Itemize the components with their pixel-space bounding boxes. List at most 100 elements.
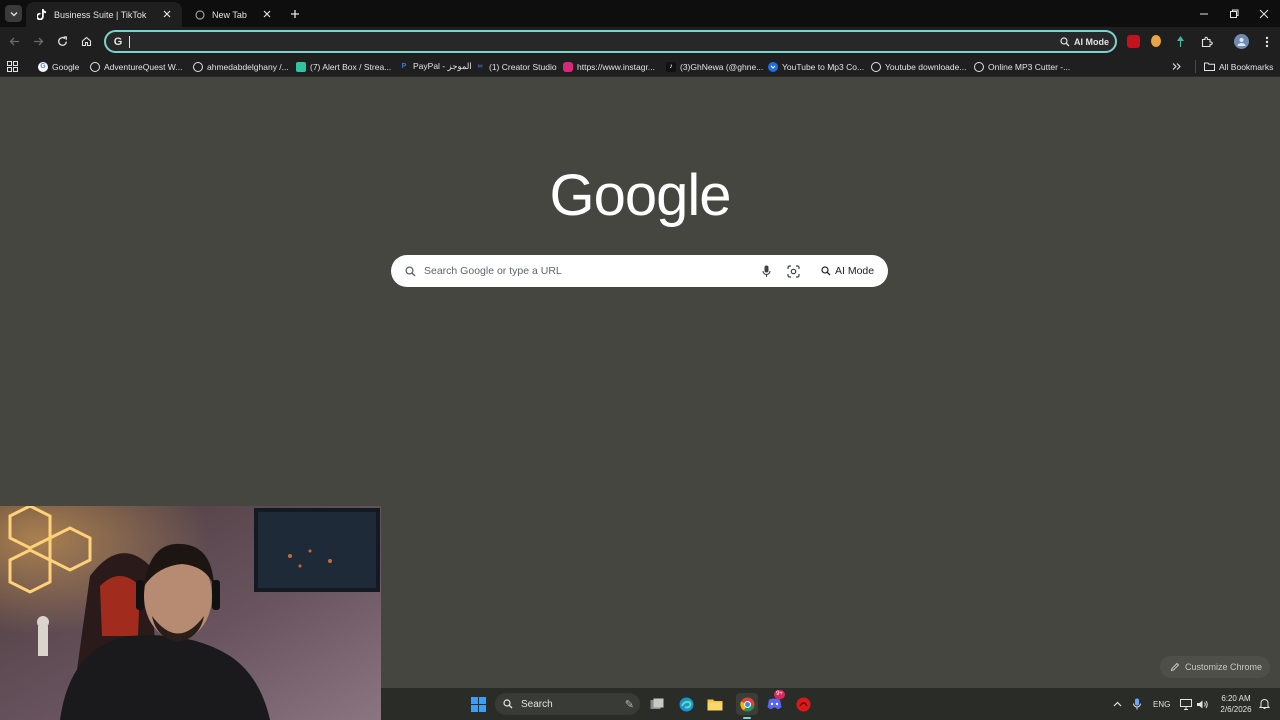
chevron-down-icon	[10, 11, 17, 16]
all-bookmarks-label: All Bookmarks	[1219, 61, 1274, 72]
reload-button[interactable]	[55, 34, 70, 49]
chrome-taskbar-icon[interactable]	[736, 693, 758, 715]
red-app-icon[interactable]	[794, 695, 812, 713]
ai-mode-button[interactable]: AI Mode	[815, 261, 880, 281]
show-hidden-icons-button[interactable]	[1108, 695, 1126, 713]
back-button[interactable]	[7, 34, 22, 49]
bookmark-alert-box[interactable]: (7) Alert Box / Strea...	[296, 60, 391, 73]
file-explorer-icon[interactable]	[706, 695, 724, 713]
pencil-icon	[1170, 662, 1180, 672]
bookmark-google[interactable]: G Google	[38, 60, 79, 73]
profile-avatar[interactable]	[1234, 34, 1249, 49]
screen: Business Suite | TikTok New Tab G AI Mod…	[0, 0, 1280, 720]
more-vertical-icon	[1265, 36, 1268, 47]
paypal-icon: P	[401, 63, 407, 70]
bookmark-mp3-cutter[interactable]: Online MP3 Cutter -...	[974, 60, 1070, 73]
tab-strip: Business Suite | TikTok New Tab	[0, 0, 1280, 27]
bookmark-label: Youtube downloade...	[885, 61, 967, 72]
restore-button[interactable]	[1226, 6, 1242, 22]
close-tab-icon[interactable]	[160, 7, 174, 21]
tab-new-tab[interactable]: New Tab	[184, 2, 282, 27]
microphone-tray-icon[interactable]	[1128, 695, 1146, 713]
google-icon: G	[38, 61, 48, 72]
microphone-icon[interactable]	[759, 263, 773, 279]
bookmark-label: (3)GhNewa (@ghne...	[680, 61, 764, 72]
ai-mode-label: AI Mode	[835, 265, 875, 277]
folder-icon	[1204, 62, 1215, 71]
language-indicator[interactable]: ENG	[1153, 700, 1170, 709]
notification-icon[interactable]	[1255, 695, 1273, 713]
tab-title: Business Suite | TikTok	[54, 9, 147, 20]
meta-icon: ∞	[477, 63, 483, 70]
bookmark-label: ahmedabdelghany /...	[207, 61, 289, 72]
forward-button[interactable]	[31, 34, 46, 49]
close-icon	[1259, 9, 1269, 19]
windows-logo-icon	[470, 696, 486, 712]
globe-icon	[974, 61, 984, 72]
bookmark-label: Online MP3 Cutter -...	[988, 61, 1071, 72]
webcam-overlay	[0, 506, 381, 720]
close-tab-icon[interactable]	[260, 7, 274, 21]
new-tab-button[interactable]	[287, 6, 302, 21]
text-cursor	[129, 36, 130, 48]
more-bookmarks-button[interactable]	[1172, 60, 1181, 73]
bookmark-ahmedabdelghany[interactable]: ahmedabdelghany /...	[193, 60, 289, 73]
home-icon	[81, 36, 92, 47]
bookmark-instagram[interactable]: https://www.instagr...	[563, 60, 655, 73]
all-bookmarks-button[interactable]: All Bookmarks	[1204, 60, 1273, 73]
windows-start-button[interactable]	[469, 695, 487, 713]
arrow-right-icon	[34, 37, 44, 46]
customize-label: Customize Chrome	[1185, 662, 1263, 672]
ai-mode-label: AI Mode	[1074, 37, 1109, 47]
search-input[interactable]	[424, 263, 744, 279]
address-bar[interactable]: G AI Mode	[104, 30, 1117, 53]
bookmark-label: PayPal - الموجز	[413, 61, 472, 71]
minimize-button[interactable]	[1196, 6, 1212, 22]
google-lens-icon[interactable]	[785, 263, 801, 279]
bookmark-creator-studio[interactable]: ∞ (1) Creator Studio	[475, 60, 557, 73]
streamlabs-icon	[296, 61, 306, 72]
bookmark-adventurequest[interactable]: AdventureQuest W...	[90, 60, 182, 73]
search-icon	[503, 699, 513, 709]
home-button[interactable]	[79, 34, 94, 49]
bookmark-label: YouTube to Mp3 Co...	[782, 61, 865, 72]
extension-pin-icon[interactable]	[1176, 35, 1185, 47]
extension-orange-icon[interactable]	[1151, 35, 1161, 47]
bookmark-youtube-downloader[interactable]: Youtube downloade...	[871, 60, 966, 73]
omnibox-ai-mode-button[interactable]: AI Mode	[1060, 35, 1109, 49]
close-window-button[interactable]	[1256, 6, 1272, 22]
address-input[interactable]	[132, 34, 1032, 49]
globe-icon	[90, 61, 100, 72]
search-icon	[403, 264, 417, 278]
ai-search-icon	[821, 266, 831, 276]
bookmark-label: (1) Creator Studio	[489, 61, 557, 72]
bookmarks-bar: G Google AdventureQuest W... ahmedabdelg…	[0, 56, 1280, 77]
volume-icon[interactable]	[1193, 695, 1211, 713]
chrome-tab-icon	[194, 9, 206, 21]
browser-toolbar: G AI Mode	[0, 27, 1280, 56]
restore-icon	[1230, 9, 1239, 18]
bookmark-ghnewa[interactable]: ♪ (3)GhNewa (@ghne...	[666, 60, 763, 73]
google-search-box[interactable]: AI Mode	[391, 255, 888, 287]
tab-business-suite[interactable]: Business Suite | TikTok	[26, 2, 182, 27]
ai-search-icon	[1060, 37, 1070, 47]
taskbar-search[interactable]: Search ✎	[495, 693, 640, 715]
apps-button[interactable]	[7, 60, 18, 73]
bookmark-label: https://www.instagr...	[577, 61, 655, 72]
tab-search-button[interactable]	[5, 5, 22, 22]
extension-red-icon[interactable]	[1127, 35, 1140, 48]
clock-time[interactable]: 6:20 AM	[1221, 694, 1251, 703]
bookmark-youtube-mp3[interactable]: YouTube to Mp3 Co...	[768, 60, 864, 73]
reload-icon	[58, 36, 67, 46]
bookmark-paypal[interactable]: P PayPal - الموجز	[399, 60, 472, 73]
clock-date[interactable]: 2/6/2026	[1218, 705, 1254, 714]
plus-icon	[290, 9, 299, 18]
extensions-button[interactable]	[1199, 34, 1214, 49]
arrow-left-icon	[9, 37, 19, 46]
task-view-icon[interactable]	[648, 695, 666, 713]
customize-chrome-button[interactable]: Customize Chrome	[1160, 656, 1270, 678]
discord-icon[interactable]: 9+	[765, 690, 785, 713]
minimize-icon	[1200, 13, 1208, 15]
edge-icon[interactable]	[677, 695, 695, 713]
menu-button[interactable]	[1259, 34, 1274, 49]
